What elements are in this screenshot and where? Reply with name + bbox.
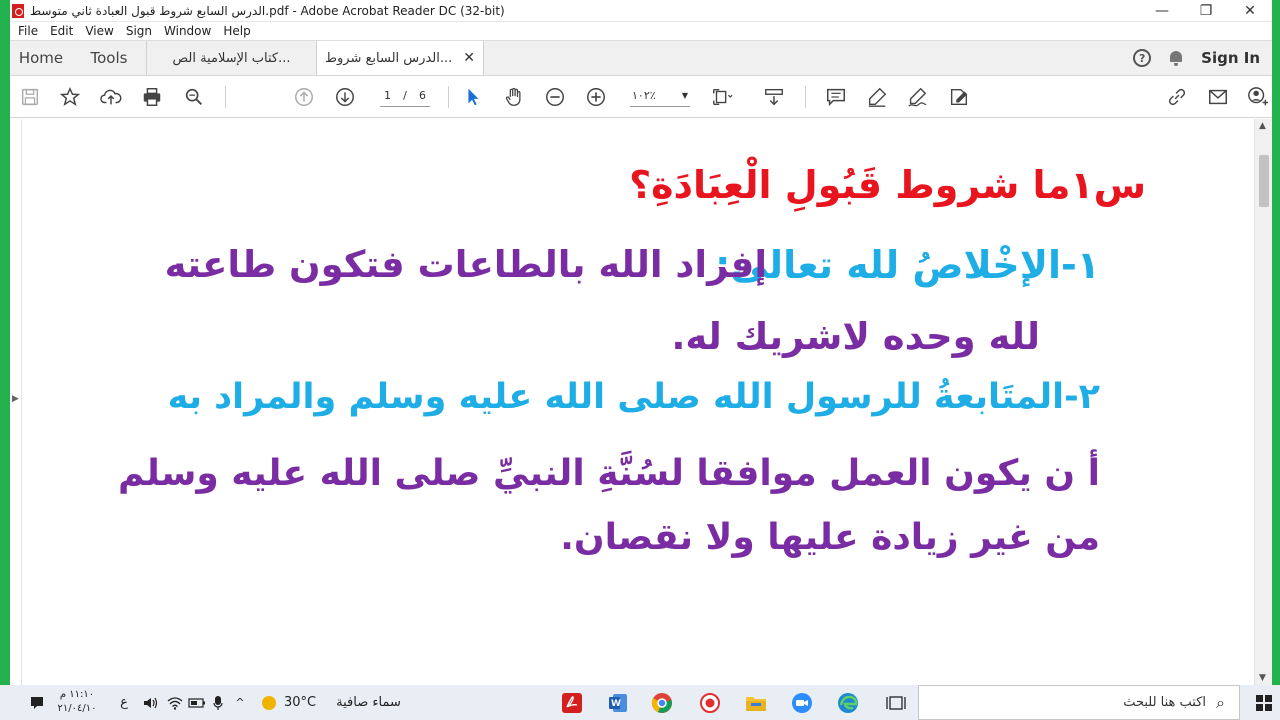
scroll-up-icon[interactable]: ▲ [1259, 121, 1266, 131]
system-clock[interactable]: ١١:١٠ م ٢١/٠٤/١٠ [52, 688, 102, 716]
weather-description: سماء صافية [336, 695, 401, 710]
zoom-app-icon[interactable] [782, 685, 822, 720]
previous-page-icon[interactable] [292, 85, 316, 109]
window-title: الدرس السابع شروط قبول العبادة ثاني متوس… [30, 3, 505, 18]
print-icon[interactable] [140, 85, 164, 109]
item1-text-line1: إفراد الله بالطاعات فتكون طاعته [164, 243, 767, 286]
battery-icon[interactable] [188, 685, 206, 720]
scroll-down-icon[interactable]: ▼ [1259, 673, 1266, 683]
tab-home[interactable]: Home [10, 41, 72, 75]
search-icon: ⌕ [1216, 692, 1225, 712]
taskbar-search[interactable]: ⌕ اكتب هنا للبحث [918, 685, 1240, 720]
chrome-taskbar-icon[interactable] [642, 685, 682, 720]
chevron-down-icon: ▼ [681, 91, 688, 100]
pdf-page: س١ما شروط قَبُولِ الْعِبَادَةِ؟ ١-الإخْل… [24, 119, 1250, 685]
total-pages: 6 [419, 89, 426, 102]
item2-label: ٢-المتَابعةُ للرسول الله صلى الله عليه و… [167, 377, 1100, 417]
page-separator: / [403, 89, 407, 102]
add-user-icon[interactable] [1246, 85, 1270, 109]
tab-bar: Home Tools كتاب الإسلامية الص... الدرس ا… [10, 40, 1272, 76]
close-window-button[interactable]: ✕ [1228, 0, 1272, 22]
question-heading: س١ما شروط قَبُولِ الْعِبَادَةِ؟ [629, 163, 1146, 207]
share-link-icon[interactable] [1165, 85, 1189, 109]
network-icon[interactable] [166, 685, 184, 720]
menu-bar: File Edit View Sign Window Help [10, 22, 1272, 40]
tab-document-2[interactable]: الدرس السابع شروط... ✕ [316, 41, 484, 75]
clock-date: ٢١/٠٤/١٠ [57, 703, 97, 714]
tray-expand-icon[interactable]: ^ [232, 685, 248, 720]
zoom-in-icon[interactable] [584, 85, 608, 109]
item2-text-line1: أ ن يكون العمل موافقا لسُنَّةِ النبيِّ ص… [118, 453, 1100, 494]
current-page[interactable]: 1 [384, 89, 391, 102]
weather-moon-icon [262, 695, 276, 710]
save-icon[interactable] [18, 85, 42, 109]
document-viewer[interactable]: ▶ س١ما شروط قَبُولِ الْعِبَادَةِ؟ ١-الإخ… [10, 119, 1272, 685]
vertical-scrollbar[interactable]: ▲ ▼ [1254, 119, 1272, 685]
comment-icon[interactable] [824, 85, 848, 109]
menu-help[interactable]: Help [217, 24, 256, 38]
file-explorer-icon[interactable] [736, 685, 776, 720]
help-icon[interactable]: ? [1133, 49, 1152, 67]
zoom-level-select[interactable]: ١٠٢٪ ▼ [630, 85, 690, 107]
menu-window[interactable]: Window [158, 24, 217, 38]
acrobat-window: الدرس السابع شروط قبول العبادة ثاني متوس… [10, 0, 1272, 685]
page-number-field[interactable]: 1 / 6 [380, 85, 430, 107]
search-icon[interactable] [182, 85, 206, 109]
tab-document-2-label: الدرس السابع شروط... [325, 50, 453, 66]
desktop-edge-left [0, 0, 10, 685]
expand-arrow-icon: ▶ [12, 394, 19, 404]
fit-page-icon[interactable] [710, 85, 734, 109]
windows-taskbar: ١١:١٠ م ٢١/٠٤/١٠ ع ^ 30°C سماء صافية W ⌕… [0, 685, 1280, 720]
upload-cloud-icon[interactable] [99, 85, 123, 109]
minimize-button[interactable]: — [1140, 0, 1184, 22]
left-panel-toggle[interactable]: ▶ [10, 119, 22, 685]
email-icon[interactable] [1206, 85, 1230, 109]
recorder-taskbar-icon[interactable] [690, 685, 730, 720]
scroll-mode-icon[interactable] [762, 85, 786, 109]
menu-sign[interactable]: Sign [120, 24, 158, 38]
sign-pen-icon[interactable] [905, 85, 929, 109]
menu-view[interactable]: View [79, 24, 119, 38]
toolbar: 1 / 6 ١٠٢٪ ▼ [10, 76, 1272, 118]
action-center-icon[interactable] [26, 685, 48, 720]
close-tab-icon[interactable]: ✕ [463, 50, 475, 66]
menu-file[interactable]: File [12, 24, 44, 38]
item1-label: ١-الإخْلاصُ لله تعالى: [715, 243, 1100, 287]
item2-text-line2: من غير زيادة عليها ولا نقصان. [560, 517, 1100, 558]
svg-text:W: W [611, 699, 621, 709]
volume-icon[interactable] [142, 685, 160, 720]
notification-bell-icon[interactable] [1169, 50, 1183, 66]
restore-button[interactable]: ❐ [1184, 0, 1228, 22]
fill-sign-icon[interactable] [947, 85, 971, 109]
zoom-out-icon[interactable] [543, 85, 567, 109]
tab-document-1[interactable]: كتاب الإسلامية الص... [146, 41, 316, 75]
windows-start-icon[interactable] [1248, 685, 1280, 720]
highlight-pen-icon[interactable] [865, 85, 889, 109]
edge-taskbar-icon[interactable] [828, 685, 868, 720]
next-page-icon[interactable] [333, 85, 357, 109]
search-placeholder: اكتب هنا للبحث [1123, 695, 1207, 710]
task-view-icon[interactable] [876, 685, 916, 720]
scroll-thumb[interactable] [1259, 155, 1269, 207]
clock-time: ١١:١٠ م [59, 689, 95, 700]
weather-widget[interactable]: 30°C سماء صافية [262, 685, 401, 720]
select-cursor-icon[interactable] [461, 85, 485, 109]
item1-text-line2: لله وحده لاشريك له. [671, 315, 1040, 358]
word-taskbar-icon[interactable]: W [598, 685, 638, 720]
zoom-level-value: ١٠٢٪ [632, 89, 656, 102]
hand-tool-icon[interactable] [502, 85, 526, 109]
tab-tools[interactable]: Tools [72, 41, 146, 75]
desktop-edge-right [1272, 0, 1280, 685]
menu-edit[interactable]: Edit [44, 24, 79, 38]
acrobat-logo-icon [12, 3, 24, 18]
tab-document-1-label: كتاب الإسلامية الص... [172, 50, 291, 66]
weather-temperature: 30°C [284, 695, 317, 710]
title-bar: الدرس السابع شروط قبول العبادة ثاني متوس… [10, 0, 1272, 22]
input-language[interactable]: ع [116, 685, 132, 720]
sign-in-button[interactable]: Sign In [1201, 49, 1260, 67]
microphone-icon[interactable] [210, 685, 226, 720]
acrobat-taskbar-icon[interactable] [552, 685, 592, 720]
bookmark-star-icon[interactable] [58, 85, 82, 109]
